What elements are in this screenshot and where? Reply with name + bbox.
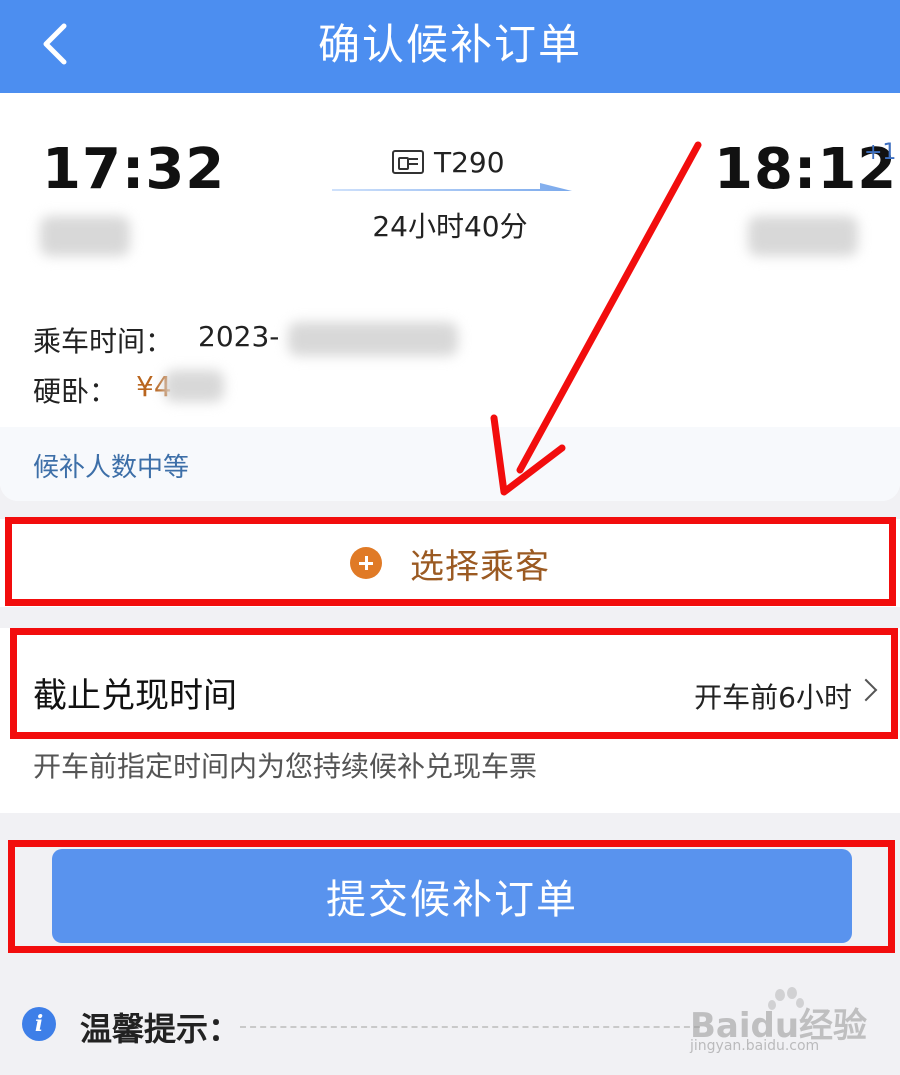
deadline-label: 截止兑现时间	[33, 676, 237, 716]
plus-circle-icon	[350, 547, 382, 579]
chevron-right-icon	[854, 678, 878, 702]
ride-date-redacted	[288, 322, 458, 356]
waitlist-demand: 候补人数中等	[33, 453, 190, 483]
tips-divider	[240, 1026, 700, 1028]
nav-header: 确认候补订单	[0, 0, 900, 93]
departure-station-redacted	[40, 216, 130, 256]
trip-duration: 24小时40分	[372, 210, 528, 243]
train-number: T290	[434, 145, 505, 179]
arrival-station-redacted	[748, 216, 858, 256]
route-arrow-icon	[332, 183, 572, 191]
seat-type-label: 硬卧：	[33, 375, 118, 408]
submit-order-button[interactable]: 提交候补订单	[52, 849, 852, 943]
choose-passenger-row: 选择乘客	[0, 519, 900, 607]
choose-passenger-label: 选择乘客	[410, 546, 550, 587]
arrival-day-offset: +1	[864, 140, 897, 165]
train-ticket-icon	[392, 150, 424, 174]
ride-date-value: 2023-	[198, 320, 280, 353]
watermark-url: jingyan.baidu.com	[690, 1038, 820, 1054]
info-icon: i	[22, 1007, 56, 1041]
deadline-value: 开车前6小时	[694, 681, 852, 714]
price-redacted	[164, 370, 224, 402]
choose-passenger-button[interactable]: 选择乘客	[0, 519, 900, 607]
deadline-section: 截止兑现时间 开车前6小时 开车前指定时间内为您持续候补兑现车票	[0, 628, 900, 813]
tips-label: 温馨提示：	[80, 1010, 241, 1048]
train-info: T290	[392, 145, 505, 179]
deadline-selector[interactable]: 截止兑现时间 开车前6小时	[0, 628, 900, 738]
page-title: 确认候补订单	[317, 20, 582, 69]
departure-time: 17:32	[42, 137, 226, 202]
deadline-description: 开车前指定时间内为您持续候补兑现车票	[33, 750, 538, 783]
ride-date-label: 乘车时间：	[33, 325, 174, 358]
